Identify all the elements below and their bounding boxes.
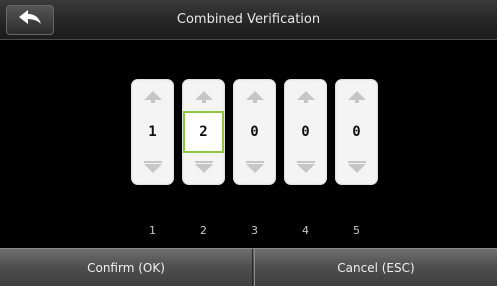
digit-index-label: 2 — [200, 224, 207, 237]
digit-value[interactable]: 0 — [284, 113, 327, 151]
digit-spinner-4: 0 — [284, 79, 327, 185]
increment-button[interactable] — [233, 83, 276, 111]
digit-spinner-5: 0 — [335, 79, 378, 185]
down-arrow-icon — [245, 161, 264, 173]
decrement-button[interactable] — [131, 153, 174, 181]
up-arrow-icon — [296, 91, 315, 103]
increment-button[interactable] — [284, 83, 327, 111]
digit-value[interactable]: 0 — [335, 113, 378, 151]
up-arrow-icon — [194, 91, 213, 103]
decrement-button[interactable] — [284, 153, 327, 181]
increment-button[interactable] — [131, 83, 174, 111]
cancel-button[interactable]: Cancel (ESC) — [254, 249, 497, 286]
digit-index-label: 4 — [302, 224, 309, 237]
digit-index-label: 3 — [251, 224, 258, 237]
page-title: Combined Verification — [176, 12, 321, 27]
decrement-button[interactable] — [182, 153, 225, 181]
digit-spinner-1: 1 — [131, 79, 174, 185]
down-arrow-icon — [296, 161, 315, 173]
digit-index-label: 1 — [149, 224, 156, 237]
footer-bar: Confirm (OK) Cancel (ESC) — [0, 248, 497, 286]
down-arrow-icon — [347, 161, 366, 173]
decrement-button[interactable] — [233, 153, 276, 181]
up-arrow-icon — [143, 91, 162, 103]
back-button[interactable] — [6, 5, 54, 35]
increment-button[interactable] — [182, 83, 225, 111]
down-arrow-icon — [143, 161, 162, 173]
digit-spinner-3: 0 — [233, 79, 276, 185]
increment-button[interactable] — [335, 83, 378, 111]
title-bar: Combined Verification — [0, 0, 497, 40]
digit-value[interactable]: 1 — [131, 113, 174, 151]
up-arrow-icon — [245, 91, 264, 103]
back-arrow-icon — [18, 9, 42, 31]
confirm-button[interactable]: Confirm (OK) — [0, 249, 253, 286]
digit-value[interactable]: 0 — [233, 113, 276, 151]
down-arrow-icon — [194, 161, 213, 173]
digit-spinner-2: 2 — [182, 79, 225, 185]
digit-index-label: 5 — [353, 224, 360, 237]
digit-value-selected[interactable]: 2 — [183, 111, 224, 153]
up-arrow-icon — [347, 91, 366, 103]
decrement-button[interactable] — [335, 153, 378, 181]
